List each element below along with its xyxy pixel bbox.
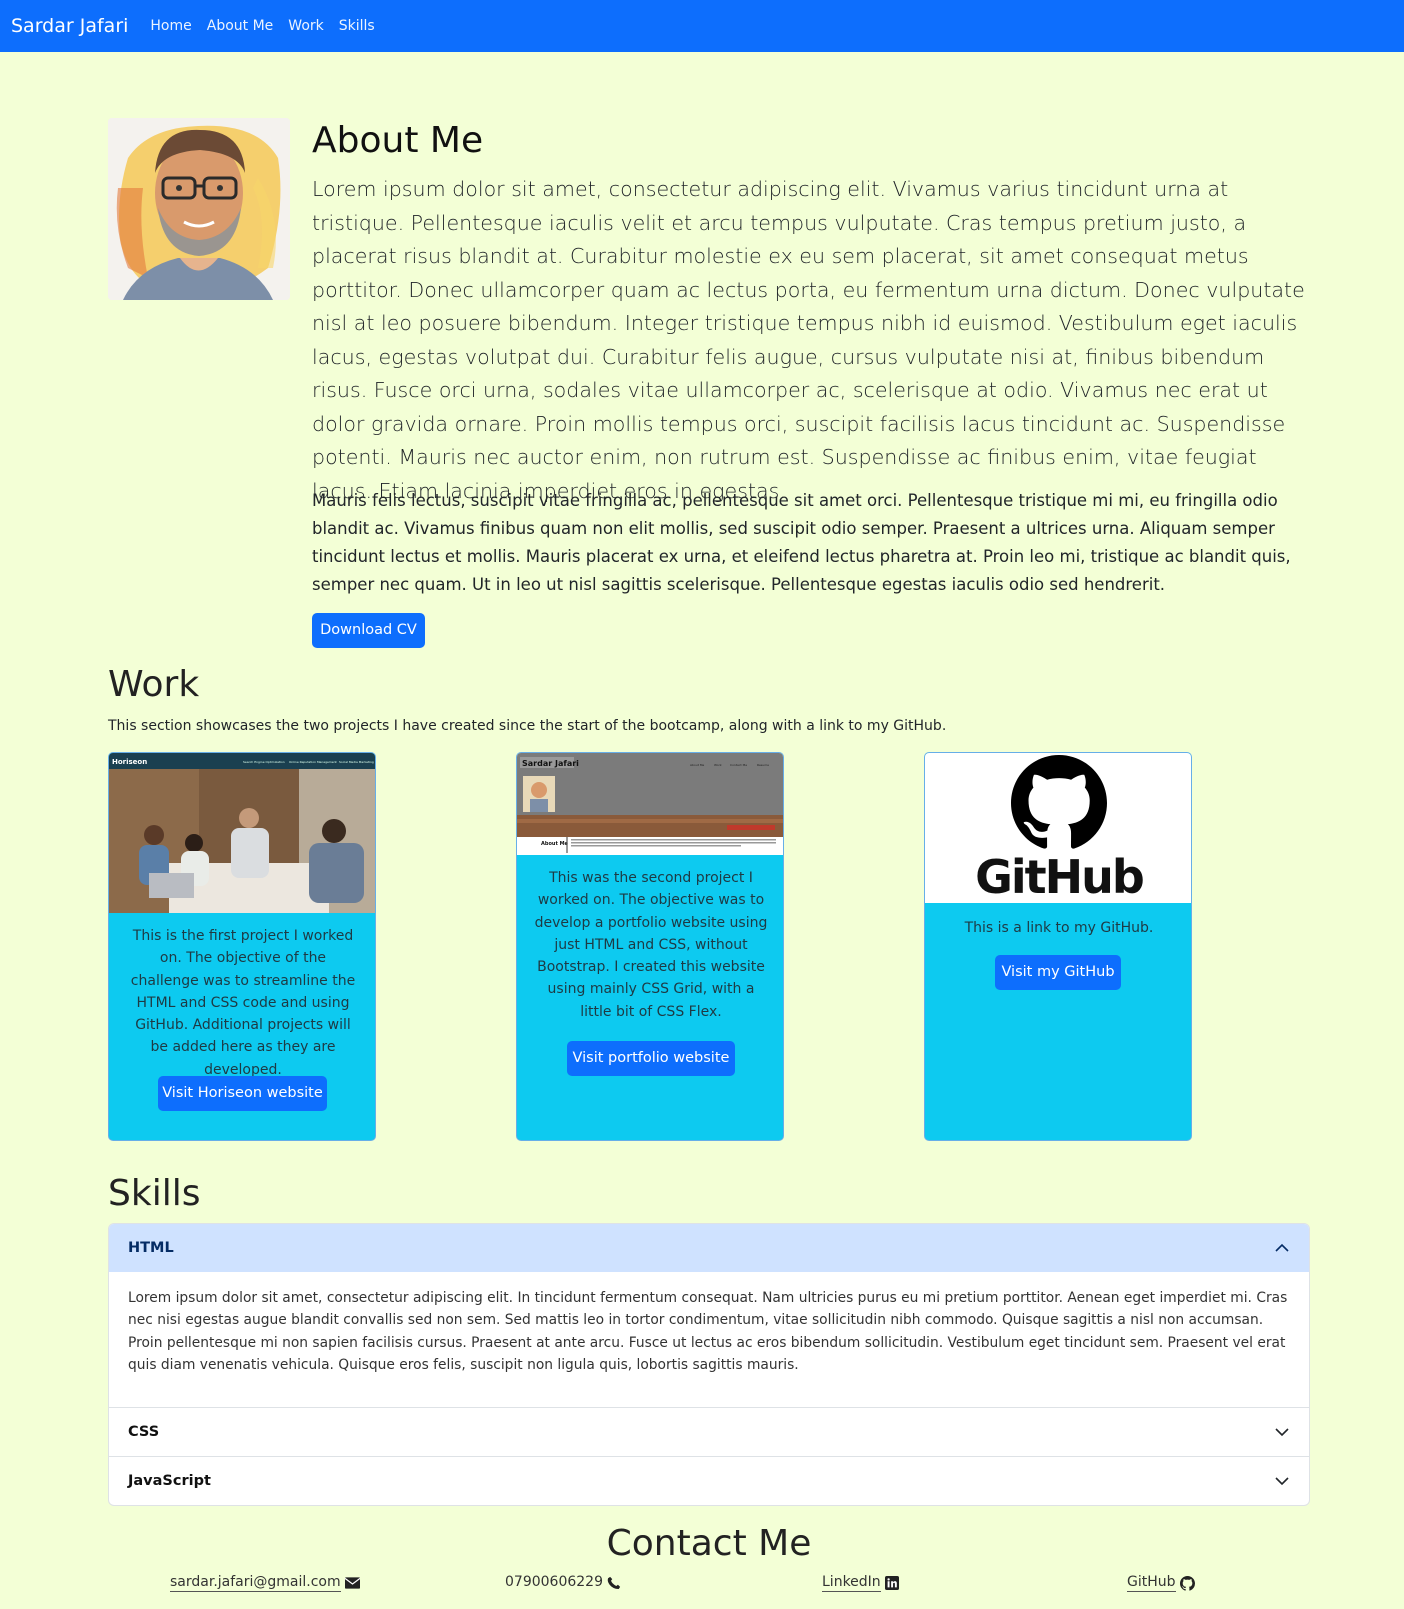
github-icon	[1179, 1575, 1195, 1591]
svg-text:Sardar Jafari: Sardar Jafari	[522, 759, 579, 768]
svg-text:Search Engine Optimization: Search Engine Optimization	[243, 760, 285, 764]
nav-link-work[interactable]: Work	[288, 18, 323, 34]
github-octocat-icon	[1011, 755, 1107, 849]
github-card-text: This is a link to my GitHub.	[964, 920, 1154, 936]
envelope-icon	[344, 1577, 360, 1589]
nav-link-home[interactable]: Home	[150, 18, 191, 34]
contact-linkedin-link[interactable]: LinkedIn	[822, 1574, 899, 1592]
linkedin-icon	[884, 1576, 899, 1590]
visit-horiseon-button[interactable]: Visit Horiseon website	[158, 1076, 327, 1111]
contact-email-label: sardar.jafari@gmail.com	[170, 1574, 341, 1592]
thumb-brand: Horiseon	[112, 758, 147, 766]
work-title: Work	[108, 664, 200, 705]
chevron-down-icon	[1275, 1428, 1289, 1437]
svg-text:About Me: About Me	[541, 841, 569, 847]
nav-link-about-me[interactable]: About Me	[207, 18, 274, 34]
contact-github-link[interactable]: GitHub	[1127, 1574, 1195, 1592]
svg-text:Online Reputation Management: Online Reputation Management	[289, 760, 338, 764]
about-lead-paragraph: Lorem ipsum dolor sit amet, consectetur …	[312, 177, 1305, 503]
horiseon-card-text: This is the first project I worked on. T…	[130, 928, 356, 1078]
contact-email-link[interactable]: sardar.jafari@gmail.com	[170, 1574, 360, 1592]
svg-text:Work: Work	[714, 763, 722, 767]
navbar: Sardar Jafari Home About Me Work Skills	[0, 0, 1404, 52]
phone-icon	[607, 1576, 621, 1589]
skills-accordion: HTML Lorem ipsum dolor sit amet, consect…	[108, 1223, 1310, 1506]
chevron-down-icon	[1275, 1477, 1289, 1486]
svg-text:About Me: About Me	[690, 763, 704, 767]
contact-github-label: GitHub	[1127, 1574, 1176, 1592]
project-card-portfolio: Sardar Jafari About Me Work Contact Me R…	[516, 752, 784, 1141]
project-card-horiseon: Horiseon Search Engine Optimization Onli…	[108, 752, 376, 1141]
visit-github-button[interactable]: Visit my GitHub	[995, 955, 1121, 990]
accordion-label-html: HTML	[128, 1240, 174, 1256]
download-cv-button[interactable]: Download CV	[312, 613, 425, 648]
about-paragraph: Mauris felis lectus, suscipit vitae frin…	[312, 491, 1291, 594]
skills-title: Skills	[108, 1173, 201, 1214]
accordion-label-javascript: JavaScript	[128, 1473, 211, 1489]
visit-portfolio-button[interactable]: Visit portfolio website	[567, 1041, 735, 1076]
about-title: About Me	[312, 120, 484, 161]
svg-text:Resume: Resume	[757, 763, 769, 767]
accordion-header-html[interactable]: HTML	[109, 1224, 1309, 1272]
github-wordmark: GitHub	[975, 850, 1145, 903]
contact-phone-link[interactable]: 07900606229	[505, 1574, 621, 1591]
contact-title: Contact Me	[606, 1523, 812, 1564]
github-logo: GitHub	[925, 753, 1191, 903]
chevron-up-icon	[1275, 1243, 1289, 1252]
contact-linkedin-label: LinkedIn	[822, 1574, 881, 1592]
accordion-label-css: CSS	[128, 1424, 160, 1440]
svg-text:Social Media Marketing: Social Media Marketing	[339, 760, 374, 764]
accordion-body-html: Lorem ipsum dolor sit amet, consectetur …	[128, 1290, 1288, 1373]
project-card-github: GitHub This is a link to my GitHub. Visi…	[924, 752, 1192, 1141]
portfolio-screenshot: Sardar Jafari About Me Work Contact Me R…	[517, 753, 783, 855]
navbar-brand[interactable]: Sardar Jafari	[11, 15, 128, 37]
work-description: This section showcases the two projects …	[108, 718, 947, 734]
accordion-header-css[interactable]: CSS	[109, 1408, 1309, 1456]
portfolio-card-text: This was the second project I worked on.…	[534, 870, 768, 1020]
accordion-header-javascript[interactable]: JavaScript	[109, 1457, 1309, 1505]
horiseon-screenshot: Horiseon Search Engine Optimization Onli…	[109, 753, 375, 913]
contact-phone-label: 07900606229	[505, 1574, 603, 1590]
nav-link-skills[interactable]: Skills	[339, 18, 375, 34]
profile-photo	[108, 118, 290, 300]
svg-text:Contact Me: Contact Me	[730, 763, 747, 767]
